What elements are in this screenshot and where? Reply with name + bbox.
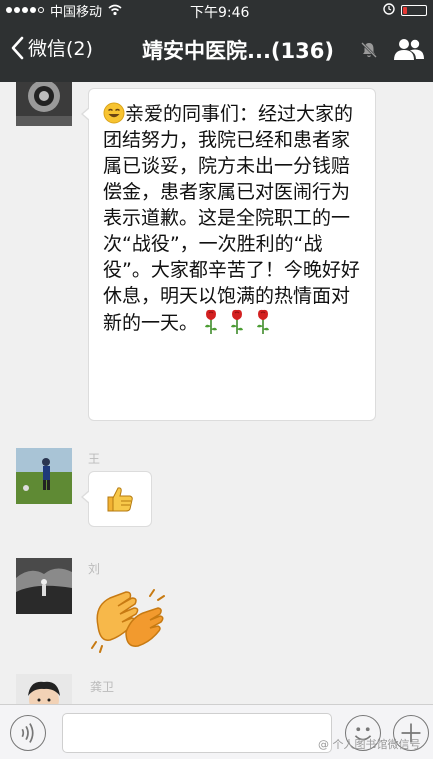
message-input[interactable] [62,713,332,753]
rose-icon [205,309,218,334]
clapping-hands-emoji-icon[interactable] [88,586,166,654]
mute-icon [361,42,377,58]
carrier-name: 中国移动 [50,4,103,20]
signal-strength-icon [6,7,44,13]
chat-title: 靖安中医院...(136) [142,39,334,63]
sender-name: 刘 [88,562,101,576]
message-text: 亲爱的同事们：经过大家的团结努力，我院已经和患者家属已谈妥，院方未出一分钱赔偿金… [103,101,365,336]
back-button[interactable]: 微信(2) [10,34,93,61]
chat-header: 微信(2) 靖安中医院...(136) [0,20,433,82]
chat-message-list[interactable]: 亲爱的同事们：经过大家的团结努力，我院已经和患者家属已谈妥，院方未出一分钱赔偿金… [0,82,433,704]
back-label: 微信(2) [28,38,93,60]
status-time: 下午9:46 [190,5,250,21]
message-bubble[interactable]: 亲爱的同事们：经过大家的团结努力，我院已经和患者家属已谈妥，院方未出一分钱赔偿金… [81,88,376,421]
avatar[interactable] [16,448,72,504]
sender-name: 王 [88,452,101,466]
group-members-icon[interactable] [393,37,425,61]
smile-emoji-icon [103,102,125,124]
chevron-left-icon [11,36,24,59]
rose-icon [231,309,244,334]
battery-icon [401,5,427,16]
avatar[interactable] [16,674,72,704]
message-bubble[interactable] [81,471,152,527]
watermark: @ 个人图书馆微信号 [318,738,421,751]
voice-icon [21,723,34,743]
alarm-icon [383,3,395,15]
avatar[interactable] [16,558,72,614]
wifi-icon [108,4,122,16]
thumbs-up-emoji-icon [107,487,133,512]
rose-icon [257,309,270,334]
message-content: 亲爱的同事们：经过大家的团结努力，我院已经和患者家属已谈妥，院方未出一分钱赔偿金… [103,103,360,334]
status-bar: 中国移动 下午9:46 [0,0,433,21]
avatar[interactable] [16,82,72,126]
sender-name: 龚卫 [90,680,115,694]
battery-level [403,7,407,14]
voice-button[interactable] [10,715,46,751]
